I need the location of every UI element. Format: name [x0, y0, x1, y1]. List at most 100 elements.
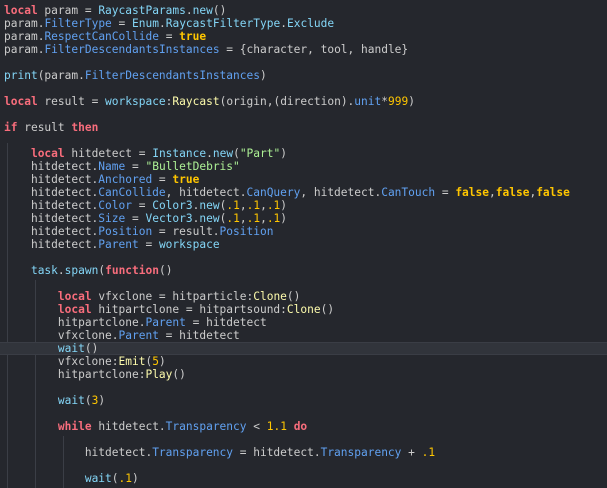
code-line-text: wait(): [4, 343, 98, 355]
code-token: (origin,(direction).: [219, 95, 355, 108]
code-token: Color: [98, 199, 132, 212]
code-token: local: [30, 147, 65, 160]
code-token: =: [125, 160, 146, 173]
code-token: (: [84, 394, 92, 407]
code-line[interactable]: wait(.1): [0, 472, 607, 485]
code-line[interactable]: local param = RaycastParams.new(): [0, 4, 607, 17]
current-code-line[interactable]: wait(): [0, 342, 607, 355]
code-token: ,: [239, 212, 247, 225]
code-token: Exclude: [286, 17, 335, 30]
code-token: =: [138, 238, 159, 251]
code-line[interactable]: local vfxclone = hitparticle:Clone(): [0, 290, 607, 303]
code-line[interactable]: while hitdetect.Transparency < 1.1 do: [0, 420, 607, 433]
code-line[interactable]: hitpartclone:Play(): [0, 368, 607, 381]
code-token: .: [185, 4, 193, 17]
code-line[interactable]: [0, 459, 607, 472]
code-token: .1: [118, 472, 133, 485]
code-line[interactable]: vfxclone:Emit(5): [0, 355, 607, 368]
code-token: = hitdetect: [158, 329, 240, 342]
code-line-text: hitdetect.Color = Color3.new(.1,.1,.1): [4, 199, 287, 212]
code-line[interactable]: hitdetect.Transparency = hitdetect.Trans…: [0, 446, 607, 459]
code-line-text: vfxclone.Parent = hitdetect: [4, 329, 240, 342]
code-token: (: [233, 147, 240, 160]
code-line-text: local param = RaycastParams.new(): [4, 4, 226, 17]
code-token: (): [286, 290, 301, 303]
code-token: =: [152, 173, 173, 186]
code-token: hitdetect.: [4, 225, 99, 238]
code-line[interactable]: [0, 277, 607, 290]
code-line-text: print(param.FilterDescendantsInstances): [4, 69, 267, 82]
code-token: (): [172, 368, 186, 381]
code-line[interactable]: wait(3): [0, 394, 607, 407]
code-token: ): [98, 394, 106, 407]
code-line[interactable]: hitdetect.CanCollide, hitdetect.CanQuery…: [0, 186, 607, 199]
code-token: CanTouch: [381, 186, 436, 199]
code-token: (: [111, 472, 119, 485]
code-token: Instance: [152, 147, 207, 160]
code-token: false: [536, 186, 570, 199]
code-token: , hitdetect.: [165, 186, 247, 199]
code-line[interactable]: hitdetect.Position = result.Position: [0, 225, 607, 238]
code-token: ): [280, 147, 287, 160]
code-line-text: local hitdetect = Instance.new("Part"): [4, 147, 287, 160]
code-line[interactable]: local result = workspace:Raycast(origin,…: [0, 95, 607, 108]
code-line[interactable]: hitdetect.Size = Vector3.new(.1,.1,.1): [0, 212, 607, 225]
code-line[interactable]: print(param.FilterDescendantsInstances): [0, 69, 607, 82]
code-line[interactable]: [0, 134, 607, 147]
code-token: Parent: [118, 329, 159, 342]
code-token: then: [71, 121, 99, 134]
code-token: vfxclone.: [4, 329, 119, 342]
code-line-text: local vfxclone = hitparticle:Clone(): [4, 290, 301, 303]
code-line-text: hitdetect.Size = Vector3.new(.1,.1,.1): [4, 212, 287, 225]
code-line[interactable]: param.FilterDescendantsInstances = {char…: [0, 43, 607, 56]
code-line-text: hitpartclone:Play(): [4, 368, 186, 381]
code-token: while: [57, 420, 92, 433]
code-token: Raycast: [172, 95, 220, 108]
code-token: =: [435, 186, 456, 199]
code-line[interactable]: [0, 251, 607, 264]
code-token: RespectCanCollide: [44, 30, 159, 43]
code-line[interactable]: [0, 82, 607, 95]
code-token: Vector3: [145, 212, 193, 225]
code-token: task: [30, 264, 58, 277]
code-token: new: [212, 147, 234, 160]
code-token: wait: [57, 394, 85, 407]
code-line[interactable]: hitdetect.Anchored = true: [0, 173, 607, 186]
code-token: hitpartclone = hitpartsound:: [91, 303, 287, 316]
code-token: Clone: [286, 303, 321, 316]
code-line[interactable]: param. FilterType = Enum.RaycastFilterTyp…: [0, 17, 607, 30]
code-line[interactable]: [0, 407, 607, 420]
code-line[interactable]: vfxclone.Parent = hitdetect: [0, 329, 607, 342]
code-line-text: local hitpartclone = hitpartsound:Clone(…: [4, 303, 334, 316]
code-line[interactable]: hitdetect.Parent = workspace: [0, 238, 607, 251]
code-line[interactable]: [0, 381, 607, 394]
code-token: (): [158, 264, 173, 277]
code-line-text: hitdetect.Position = result.Position: [4, 225, 274, 238]
code-token: hitdetect.: [4, 199, 99, 212]
code-token: param =: [37, 4, 99, 17]
code-token: new: [199, 212, 220, 225]
code-line[interactable]: task.spawn(function(): [0, 264, 607, 277]
code-token: ): [280, 199, 288, 212]
code-token: .: [206, 147, 213, 160]
code-token: 5: [152, 355, 159, 368]
code-line[interactable]: local hitdetect = Instance.new("Part"): [0, 147, 607, 160]
code-line[interactable]: hitdetect.Name = "BulletDebris": [0, 160, 607, 173]
code-token: ): [132, 472, 139, 485]
code-line[interactable]: hitpartclone.Parent = hitdetect: [0, 316, 607, 329]
code-line[interactable]: [0, 433, 607, 446]
code-token: ,: [239, 199, 247, 212]
code-line[interactable]: hitdetect.Color = Color3.new(.1,.1,.1): [0, 199, 607, 212]
code-line[interactable]: [0, 108, 607, 121]
code-line[interactable]: local hitpartclone = hitpartsound:Clone(…: [0, 303, 607, 316]
code-line[interactable]: [0, 56, 607, 69]
code-token: hitpartclone:: [4, 368, 146, 381]
code-token: 1.1: [266, 420, 287, 433]
code-token: Parent: [145, 316, 186, 329]
code-token: RaycastFilterType: [165, 17, 281, 30]
code-line[interactable]: if result then: [0, 121, 607, 134]
code-line-text: hitdetect.Name = "BulletDebris": [4, 160, 240, 173]
code-editor[interactable]: local param = RaycastParams.new() param.F…: [0, 0, 607, 488]
code-line[interactable]: param.RespectCanCollide = true: [0, 30, 607, 43]
